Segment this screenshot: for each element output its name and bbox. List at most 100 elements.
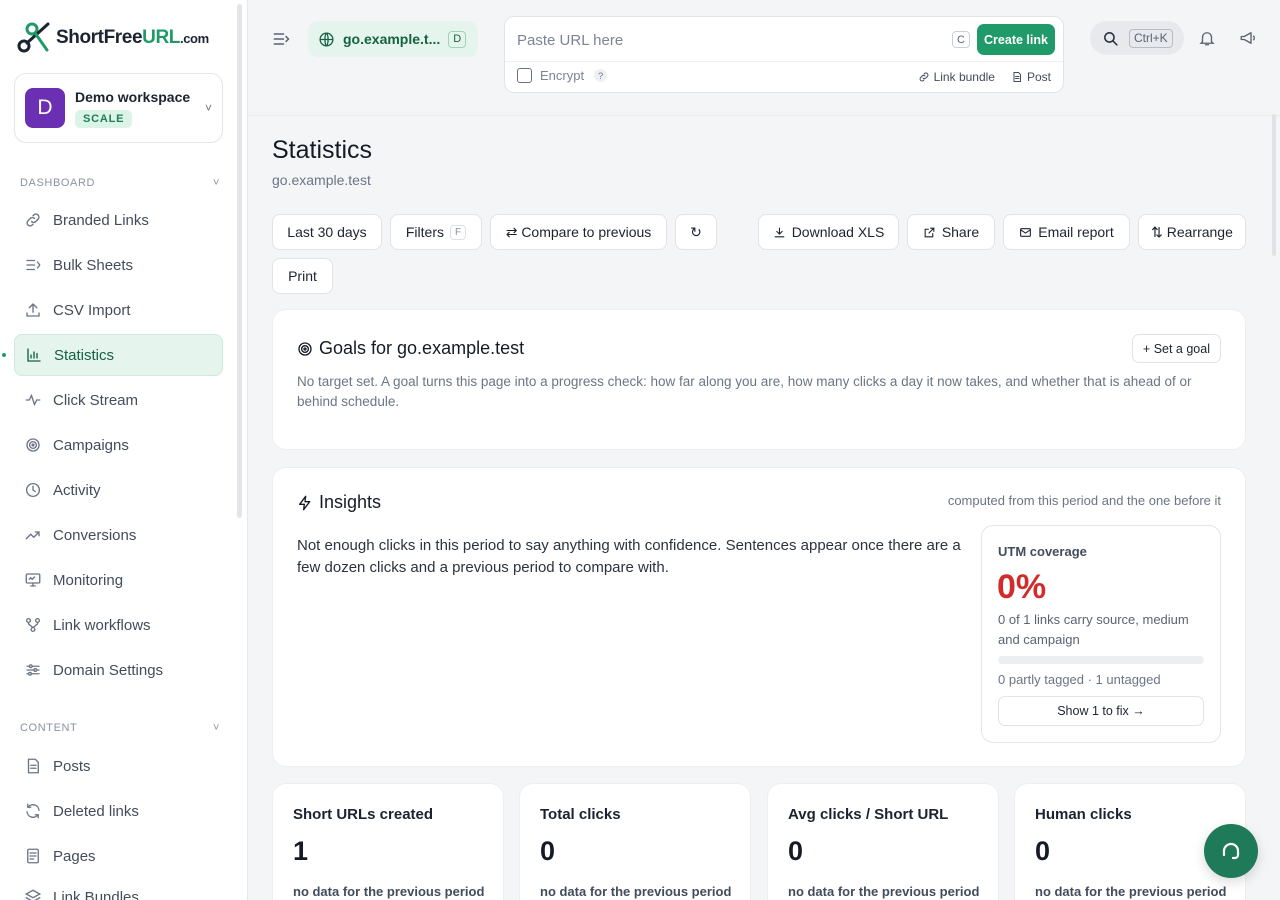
document-icon [27,758,39,774]
sidebar-item-label: Link Bundles [53,888,139,900]
link-bundle-button[interactable]: Link bundle [918,70,995,84]
stat-value: 1 [293,836,309,866]
stat-value: 0 [1035,836,1051,866]
sidebar-item-label: Conversions [53,526,137,544]
workspace-name: Demo workspace [75,88,191,105]
search-shortcut: Ctrl+K [1129,28,1173,48]
download-icon [774,227,785,237]
share-button[interactable]: Share [907,214,995,250]
stat-note: no data for the previous period [540,884,732,899]
main-scrollbar[interactable] [1272,114,1276,256]
sidebar-item-label: Bulk Sheets [53,256,134,274]
download-xls-button[interactable]: Download XLS [758,214,899,250]
sidebar-item-label: Click Stream [53,391,139,409]
menu-toggle-icon[interactable] [271,29,291,49]
sidebar-item-pages[interactable]: Pages [14,835,223,877]
link-bundle-label: Link bundle [933,70,995,84]
utm-title: UTM coverage [998,544,1087,559]
create-link-button[interactable]: Create link [977,24,1055,55]
encrypt-label: Encrypt [540,68,585,83]
sidebar-item-link-bundles[interactable]: Link Bundles [14,876,223,900]
email-report-button[interactable]: Email report [1003,214,1130,250]
list-icon [26,259,41,271]
content-section-label: CONTENT [20,722,78,734]
sidebar-item-label: Branded Links [53,211,149,229]
workflow-icon [25,617,41,633]
set-goal-button[interactable]: + Set a goal [1131,334,1221,363]
stat-title: Human clicks [1035,806,1132,823]
workspace-avatar: D [25,88,65,128]
page-title: Statistics [272,136,373,164]
sidebar-item-label: Activity [53,481,101,499]
stat-title: Avg clicks / Short URL [788,806,949,823]
search-icon [1104,31,1118,46]
sidebar-item-label: Statistics [54,346,115,364]
show-to-fix-button[interactable]: Show 1 to fix → [998,696,1204,726]
sidebar-item-link-workflows[interactable]: Link workflows [14,604,223,646]
post-button[interactable]: Post [1011,70,1051,84]
date-range-button[interactable]: Last 30 days [272,214,382,250]
sidebar-item-monitoring[interactable]: Monitoring [14,559,223,601]
sidebar-item-branded-links[interactable]: Branded Links [14,199,223,241]
page-subtitle: go.example.test [272,172,371,188]
encrypt-checkbox[interactable] [517,68,532,83]
utm-meta: 0 partly tagged · 1 untagged [998,672,1161,687]
sidebar-item-label: Link workflows [53,616,151,634]
rearrange-label: ⇅ Rearrange [1151,223,1233,240]
sidebar-item-statistics[interactable]: Statistics [14,334,223,376]
dashboard-section-header[interactable]: DASHBOARD ˅ [20,177,220,189]
stat-note: no data for the previous period [788,884,980,899]
utm-progress-bar [998,656,1204,664]
link-icon [919,72,928,82]
support-chat-button[interactable] [1204,824,1258,878]
stat-title: Short URLs created [293,806,434,823]
url-shortcut: C [952,31,970,48]
create-link-box: C Create link Encrypt ? Link bundle Post [504,16,1064,93]
sidebar-item-domain-settings[interactable]: Domain Settings [14,649,223,691]
sidebar-item-bulk-sheets[interactable]: Bulk Sheets [14,244,223,286]
search-button[interactable]: Ctrl+K [1090,21,1184,55]
goals-description: No target set. A goal turns this page in… [297,374,1192,409]
filters-button[interactable]: Filters F [390,214,482,250]
brand-name: ShortFreeURL.com [56,27,209,48]
sidebar-item-label: Pages [53,847,96,865]
compare-button[interactable]: ⇄ Compare to previous [490,214,667,250]
target-icon [298,341,312,356]
print-button[interactable]: Print [272,258,333,294]
sidebar-item-click-stream[interactable]: Click Stream [14,379,223,421]
sidebar-item-deleted-links[interactable]: Deleted links [14,790,223,832]
url-input[interactable] [517,27,947,53]
sidebar-item-activity[interactable]: Activity [14,469,223,511]
bell-icon[interactable] [1198,29,1216,47]
sidebar-item-conversions[interactable]: Conversions [14,514,223,556]
post-label: Post [1026,70,1051,84]
page-icon [27,848,39,864]
layers-icon [24,889,42,900]
document-icon [1013,72,1021,82]
workspace-switcher[interactable]: D Demo workspace SCALE ˅ [14,73,223,143]
sidebar-item-csv-import[interactable]: CSV Import [14,289,223,331]
sidebar-item-campaigns[interactable]: Campaigns [14,424,223,466]
email-report-label: Email report [1038,224,1114,240]
stat-title: Total clicks [540,806,621,823]
brand-logo[interactable]: ShortFreeURL.com [16,20,209,56]
content-section-header[interactable]: CONTENT ˅ [20,722,220,734]
lightning-icon [299,495,311,510]
share-label: Share [941,224,980,240]
clock-icon [25,482,41,498]
sidebar-scrollbar[interactable] [237,4,242,518]
stat-value: 0 [540,836,556,866]
sidebar-item-posts[interactable]: Posts [14,745,223,787]
chevron-down-icon: ˅ [212,177,220,189]
megaphone-icon[interactable] [1239,29,1257,47]
refresh-button[interactable]: ↻ [675,214,717,250]
domain-selector[interactable]: go.example.t... D [308,21,478,57]
rearrange-button[interactable]: ⇅ Rearrange [1138,214,1246,250]
sliders-icon [26,664,40,676]
stat-note: no data for the previous period [293,884,485,899]
help-icon[interactable]: ? [594,69,608,82]
domain-shortcut: D [448,30,467,48]
stat-note: no data for the previous period [1035,884,1227,899]
insights-text: Not enough clicks in this period to say … [297,537,961,576]
utm-description: 0 of 1 links carry source, medium and ca… [998,612,1189,647]
